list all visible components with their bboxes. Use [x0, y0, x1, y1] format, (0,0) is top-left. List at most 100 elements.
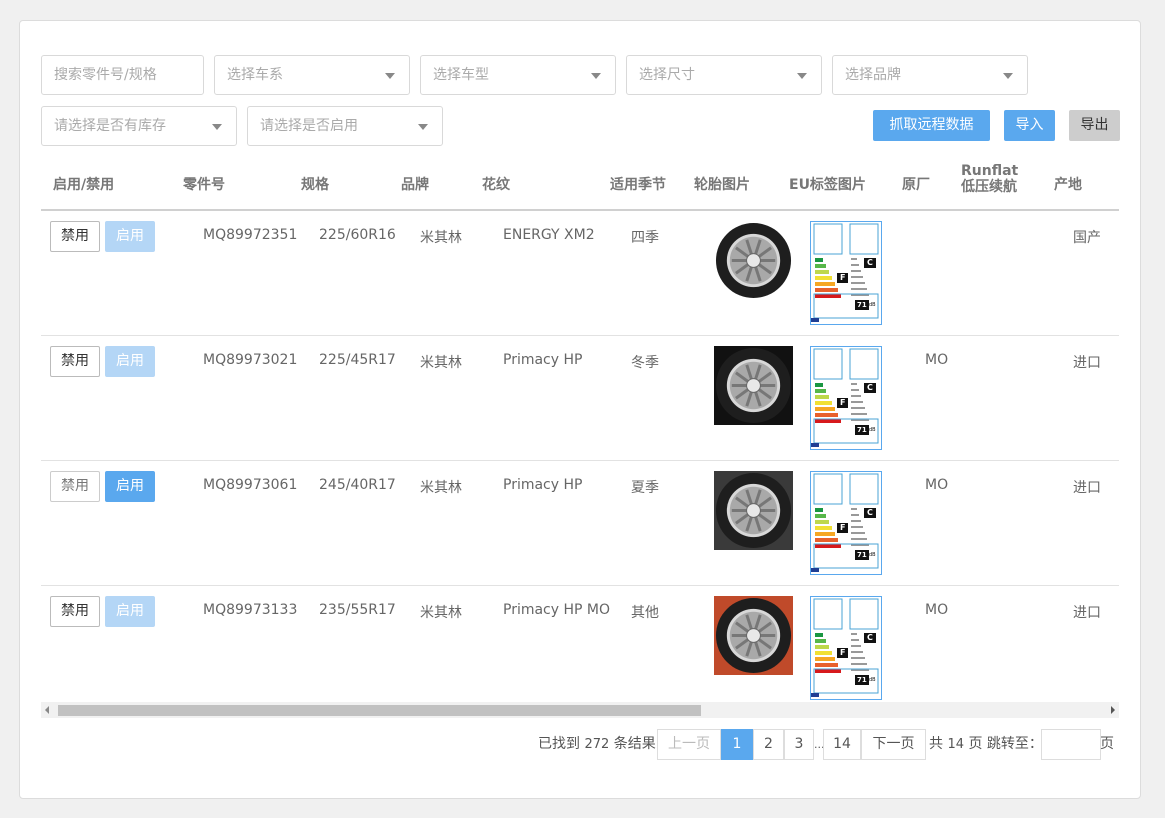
disable-button[interactable]: 禁用	[50, 471, 100, 502]
series-select-label: 选择车系	[227, 67, 283, 83]
header-pattern: 花纹	[482, 177, 510, 193]
cell-origin: 进口	[1073, 480, 1101, 496]
fetch-remote-button[interactable]: 抓取远程数据	[873, 110, 990, 141]
result-total: 272	[584, 737, 610, 752]
header-part-no: 零件号	[183, 177, 225, 193]
cell-origin: 国产	[1073, 230, 1101, 246]
prev-page-button[interactable]: 上一页	[657, 729, 721, 760]
next-page-button[interactable]: 下一页	[861, 729, 926, 760]
size-select[interactable]: 选择尺寸	[626, 55, 822, 95]
cell-season: 四季	[631, 230, 659, 246]
enable-button[interactable]: 启用	[105, 346, 155, 377]
table-row: 禁用 启用 MQ89973021 225/45R17 米其林 Primacy HP 冬季 MO…	[41, 336, 1119, 461]
stock-select-label: 请选择是否有库存	[54, 118, 166, 134]
table-row: 禁用 启用 MQ89973133 235/55R17 米其林 Primacy HP MO 其…	[41, 586, 1119, 711]
chevron-down-icon	[797, 73, 807, 79]
eu-wet-grade: C	[864, 508, 876, 518]
enable-button[interactable]: 启用	[105, 471, 155, 502]
tire-image[interactable]	[714, 471, 793, 550]
export-button[interactable]: 导出	[1069, 110, 1120, 141]
eu-noise-unit: dB	[869, 302, 876, 308]
cell-part-no: MQ89973133	[203, 602, 298, 618]
eu-label-image[interactable]: C F 71 dB	[810, 471, 882, 575]
disable-button[interactable]: 禁用	[50, 221, 100, 252]
eu-noise-unit: dB	[869, 427, 876, 433]
cell-pattern: Primacy HP	[503, 477, 583, 493]
eu-wet-grade: C	[864, 383, 876, 393]
tire-image[interactable]	[714, 346, 793, 425]
result-count: 已找到 272 条结果	[538, 729, 656, 760]
eu-fuel-grade: F	[837, 398, 849, 408]
scroll-right-arrow-icon[interactable]	[1111, 706, 1115, 714]
enabled-select-label: 请选择是否启用	[260, 118, 358, 134]
eu-wet-grade: C	[864, 258, 876, 268]
scroll-left-arrow-icon[interactable]	[45, 706, 49, 714]
tire-image[interactable]	[714, 221, 793, 300]
total-pages: 共 14 页 跳转至：	[929, 729, 1043, 760]
cell-spec: 245/40R17	[319, 477, 396, 493]
eu-label-image[interactable]: C F 71 dB	[810, 221, 882, 325]
disable-button[interactable]: 禁用	[50, 596, 100, 627]
header-origin: 产地	[1054, 177, 1082, 193]
tire-image[interactable]	[714, 596, 793, 675]
cell-pattern: ENERGY XM2	[503, 227, 595, 243]
enable-button[interactable]: 启用	[105, 221, 155, 252]
header-brand: 品牌	[401, 177, 429, 193]
horizontal-scrollbar[interactable]	[41, 702, 1119, 718]
page-3[interactable]: 3	[784, 729, 814, 760]
eu-wet-grade: C	[864, 633, 876, 643]
cell-part-no: MQ89972351	[203, 227, 298, 243]
disable-button[interactable]: 禁用	[50, 346, 100, 377]
eu-noise-value: 71	[855, 300, 869, 310]
header-oem: 原厂	[902, 177, 930, 193]
cell-season: 冬季	[631, 355, 659, 371]
size-select-label: 选择尺寸	[639, 67, 695, 83]
cell-origin: 进口	[1073, 605, 1101, 621]
header-eu-image: EU标签图片	[789, 177, 866, 193]
header-tire-image: 轮胎图片	[694, 177, 750, 193]
header-runflat-line2: 低压续航	[961, 179, 1017, 195]
cell-origin: 进口	[1073, 355, 1101, 371]
page-2[interactable]: 2	[753, 729, 784, 760]
eu-label-image[interactable]: C F 71 dB	[810, 596, 882, 700]
eu-noise-value: 71	[855, 675, 869, 685]
header-runflat-line1: Runflat	[961, 163, 1019, 179]
page-1[interactable]: 1	[721, 729, 753, 760]
enabled-select[interactable]: 请选择是否启用	[247, 106, 443, 146]
import-button[interactable]: 导入	[1004, 110, 1055, 141]
series-select[interactable]: 选择车系	[214, 55, 410, 95]
model-select-label: 选择车型	[433, 67, 489, 83]
eu-noise-unit: dB	[869, 552, 876, 558]
eu-noise-value: 71	[855, 425, 869, 435]
model-select[interactable]: 选择车型	[420, 55, 616, 95]
eu-noise-value: 71	[855, 550, 869, 560]
brand-select[interactable]: 选择品牌	[832, 55, 1028, 95]
header-toggle: 启用/禁用	[53, 177, 115, 193]
part-search-input[interactable]	[41, 55, 204, 95]
cell-pattern: Primacy HP MO	[503, 602, 611, 618]
cell-oem: MO	[925, 477, 949, 493]
chevron-down-icon	[212, 124, 222, 130]
table-header: 启用/禁用 零件号 规格 品牌 花纹 适用季节 轮胎图片 EU标签图片 原厂 R…	[41, 161, 1119, 211]
result-prefix: 已找到	[538, 736, 580, 752]
cell-brand: 米其林	[420, 230, 462, 246]
header-spec: 规格	[301, 177, 329, 193]
scrollbar-thumb[interactable]	[58, 705, 701, 716]
brand-select-label: 选择品牌	[845, 67, 901, 83]
eu-label-image[interactable]: C F 71 dB	[810, 346, 882, 450]
cell-oem: MO	[925, 602, 949, 618]
total-pages-suffix: 页 跳转至：	[968, 736, 1043, 752]
enable-button[interactable]: 启用	[105, 596, 155, 627]
header-season: 适用季节	[610, 177, 666, 193]
cell-oem: MO	[925, 352, 949, 368]
header-runflat: Runflat 低压续航	[961, 155, 1018, 203]
stock-select[interactable]: 请选择是否有库存	[41, 106, 237, 146]
eu-noise-unit: dB	[869, 677, 876, 683]
cell-spec: 225/45R17	[319, 352, 396, 368]
page-14[interactable]: 14	[823, 729, 861, 760]
cell-season: 其他	[631, 605, 659, 621]
jump-page-input[interactable]	[1041, 729, 1101, 760]
chevron-down-icon	[385, 73, 395, 79]
cell-brand: 米其林	[420, 480, 462, 496]
chevron-down-icon	[1003, 73, 1013, 79]
